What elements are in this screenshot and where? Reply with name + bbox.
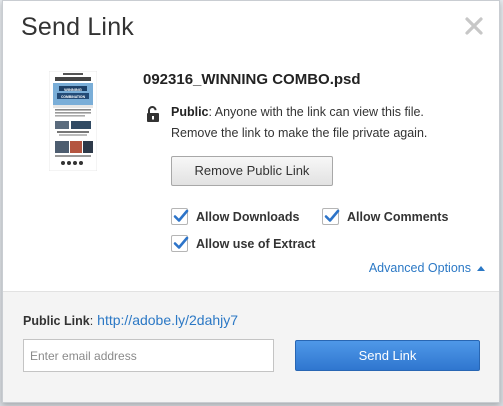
caret-up-icon xyxy=(477,265,485,271)
svg-text:COMBINATION: COMBINATION xyxy=(61,95,86,99)
public-link-label: Public Link xyxy=(23,314,90,328)
allow-comments-label: Allow Comments xyxy=(347,209,449,224)
access-description-text: : Anyone with the link can view this fil… xyxy=(171,105,428,140)
close-icon[interactable] xyxy=(463,15,485,37)
allow-extract-checkbox[interactable] xyxy=(171,235,189,252)
advanced-options-label: Advanced Options xyxy=(368,261,471,275)
send-link-dialog: Send Link WINNING COMBINATION 092316_WIN… xyxy=(2,0,500,403)
allow-downloads-label: Allow Downloads xyxy=(196,209,300,224)
checkmark-icon xyxy=(324,209,340,222)
allow-downloads-checkbox[interactable] xyxy=(171,208,189,225)
public-link-row: Public Link: http://adobe.ly/2dahjy7 xyxy=(23,312,238,328)
svg-text:WINNING: WINNING xyxy=(64,87,82,92)
public-link-separator: : xyxy=(89,314,94,328)
public-link-url[interactable]: http://adobe.ly/2dahjy7 xyxy=(97,312,238,328)
file-thumbnail: WINNING COMBINATION xyxy=(48,70,98,172)
allow-comments-option[interactable]: Allow Comments xyxy=(322,208,448,225)
send-link-button[interactable]: Send Link xyxy=(295,340,480,371)
allow-extract-option[interactable]: Allow use of Extract xyxy=(171,235,315,252)
checkmark-icon xyxy=(173,209,189,222)
remove-public-link-button[interactable]: Remove Public Link xyxy=(171,156,333,186)
allow-downloads-option[interactable]: Allow Downloads xyxy=(171,208,299,225)
checkmark-icon xyxy=(173,236,189,249)
share-footer: Public Link:http://adobe.ly/2dahjy7 Send… xyxy=(3,291,499,402)
access-description: Public: Anyone with the link can view th… xyxy=(171,102,471,144)
access-label: Public xyxy=(171,105,209,119)
file-name: 092316_WINNING COMBO.psd xyxy=(143,71,361,88)
allow-extract-label: Allow use of Extract xyxy=(196,236,316,251)
advanced-options-link[interactable]: Advanced Options xyxy=(369,261,485,275)
dialog-title: Send Link xyxy=(21,13,134,41)
allow-comments-checkbox[interactable] xyxy=(322,208,340,225)
email-input[interactable] xyxy=(23,339,274,372)
unlocked-padlock-icon xyxy=(145,106,161,122)
